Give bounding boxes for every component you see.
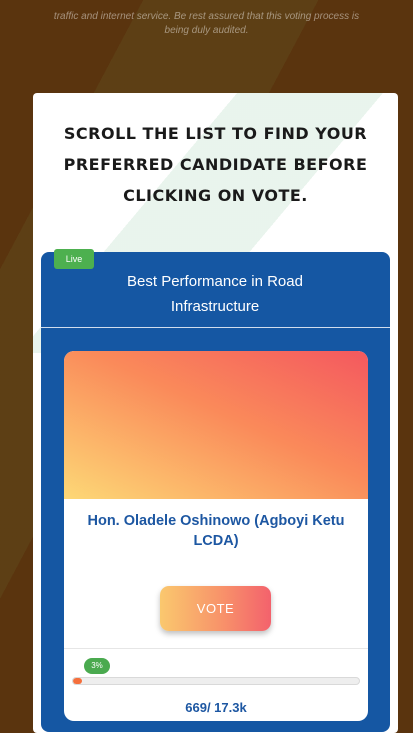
vote-progress-fill: [73, 678, 82, 684]
vote-progress-bar: [72, 677, 360, 685]
candidate-name-line-2: LCDA): [193, 533, 239, 549]
category-title: Best Performance in Road Infrastructure: [100, 269, 330, 319]
instructions-line-1: SCROLL THE LIST TO FIND YOUR: [63, 124, 368, 143]
candidate-card: Hon. Oladele Oshinowo (Agboyi Ketu LCDA)…: [64, 351, 368, 721]
audit-notice-line-1: traffic and internet service. Be rest as…: [53, 11, 360, 22]
audit-notice-line-2: being duly audited.: [164, 25, 249, 36]
candidate-photo: [64, 351, 368, 499]
category-title-line-2: Infrastructure: [170, 298, 260, 315]
instructions-heading: SCROLL THE LIST TO FIND YOUR PREFERRED C…: [33, 118, 398, 211]
vote-button[interactable]: VOTE: [160, 586, 271, 631]
candidate-name-line-1: Hon. Oladele Oshinowo (Agboyi Ketu: [87, 513, 345, 529]
vote-count: 669/ 17.3k: [185, 700, 247, 715]
category-title-line-1: Best Performance in Road: [127, 273, 303, 290]
vote-percent-badge: 3%: [84, 658, 110, 674]
candidate-name: Hon. Oladele Oshinowo (Agboyi Ketu LCDA): [78, 511, 354, 551]
instructions-line-3: CLICKING ON VOTE.: [123, 186, 308, 205]
instructions-line-2: PREFERRED CANDIDATE BEFORE: [63, 155, 368, 174]
category-divider: [41, 327, 390, 328]
audit-notice: traffic and internet service. Be rest as…: [0, 10, 413, 38]
live-badge: Live: [54, 249, 94, 269]
card-divider: [64, 648, 368, 649]
